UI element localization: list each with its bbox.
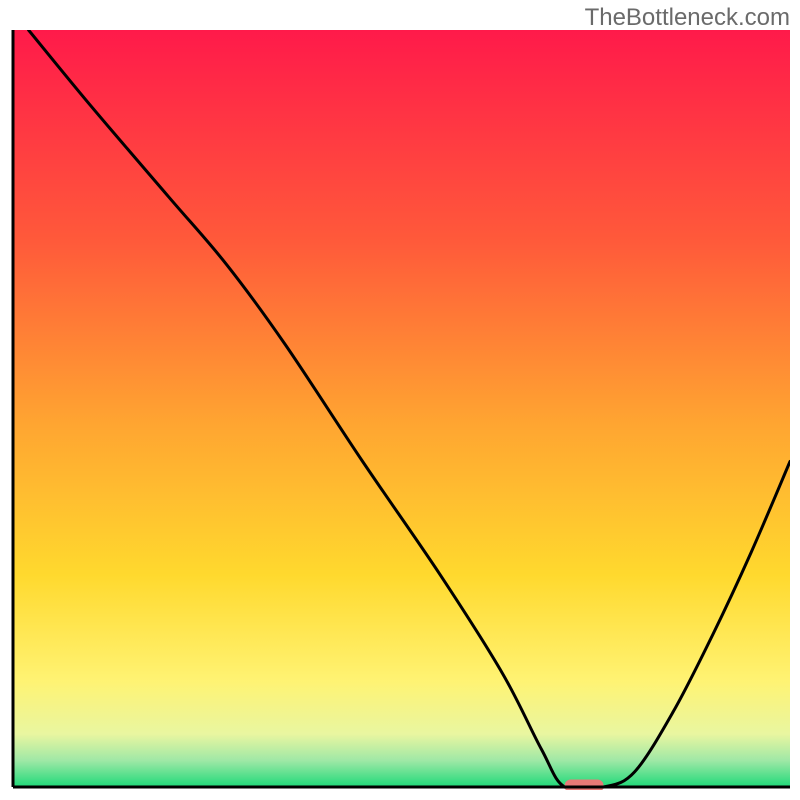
chart-svg bbox=[10, 30, 790, 790]
chart-container: TheBottleneck.com bbox=[0, 0, 800, 800]
watermark-text: TheBottleneck.com bbox=[585, 4, 790, 32]
plot-area bbox=[10, 30, 790, 790]
gradient-background bbox=[13, 30, 790, 787]
